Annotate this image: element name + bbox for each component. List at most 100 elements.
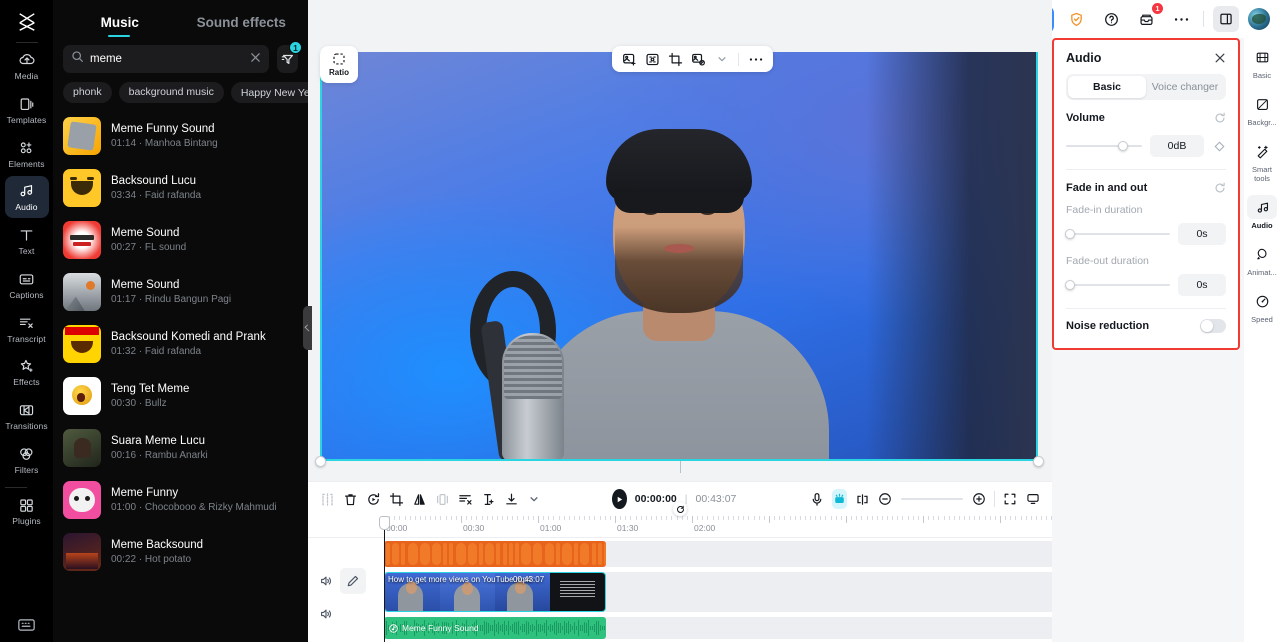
microphone-icon[interactable]: [810, 489, 825, 509]
volume-icon[interactable]: [316, 604, 336, 624]
panel-collapse-handle[interactable]: [303, 306, 312, 350]
audio-overlay-clip[interactable]: [384, 541, 606, 567]
tab-basic[interactable]: Basic: [1068, 76, 1146, 98]
capcut-logo-icon[interactable]: [10, 8, 44, 36]
reset-icon[interactable]: [1214, 182, 1226, 194]
list-item[interactable]: Backsound Komedi and Prank 01:32 · Faid r…: [53, 318, 308, 370]
more-horizontal-icon[interactable]: [1168, 6, 1194, 32]
zoom-out-icon[interactable]: [878, 489, 893, 509]
resize-handle-bottom-right[interactable]: [1033, 456, 1044, 467]
mirror-icon[interactable]: [412, 489, 427, 509]
volume-value[interactable]: 0dB: [1150, 135, 1204, 157]
chevron-down-icon[interactable]: [712, 50, 731, 69]
sidebar-item-transcript[interactable]: Transcript: [5, 308, 49, 350]
video-preview[interactable]: [320, 52, 1038, 461]
sidebar-item-filters[interactable]: Filters: [5, 439, 49, 481]
close-icon[interactable]: [1214, 52, 1226, 64]
sidebar-item-templates[interactable]: Templates: [5, 89, 49, 131]
tab-voice-changer[interactable]: Voice changer: [1146, 76, 1224, 98]
list-item[interactable]: Meme Sound 01:17 · Rindu Bangun Pagi: [53, 266, 308, 318]
keyboard-shortcuts-icon[interactable]: [0, 618, 53, 632]
rotate-handle-icon[interactable]: [673, 502, 687, 516]
crop-icon[interactable]: [666, 50, 685, 69]
fade-in-value[interactable]: 0s: [1178, 223, 1226, 245]
more-horizontal-icon[interactable]: [746, 50, 765, 69]
add-image-icon[interactable]: [620, 50, 639, 69]
reset-icon[interactable]: [1214, 112, 1226, 124]
track-row[interactable]: How to get more views on YouTube.mp4 00:…: [384, 572, 1052, 612]
remove-gaps-icon[interactable]: [458, 489, 473, 509]
clear-search-icon[interactable]: [250, 50, 261, 68]
auto-frame-icon[interactable]: [643, 50, 662, 69]
tag-chip[interactable]: Happy New Year 🔥: [230, 82, 308, 103]
sidebar-item-media[interactable]: Media: [5, 45, 49, 87]
freeze-icon[interactable]: [435, 489, 450, 509]
ai-sparkle-icon[interactable]: [832, 489, 848, 509]
crop-icon[interactable]: [389, 489, 404, 509]
search-box[interactable]: [63, 45, 269, 73]
split-clip-icon[interactable]: [855, 489, 870, 509]
playhead[interactable]: [379, 516, 390, 642]
zoom-in-icon[interactable]: [971, 489, 986, 509]
fade-in-slider[interactable]: [1065, 229, 1170, 239]
tag-chip[interactable]: background music: [118, 82, 224, 103]
list-item[interactable]: Teng Tet Meme 00:30 · Bullz: [53, 370, 308, 422]
track-row[interactable]: Meme Funny Sound: [384, 617, 1052, 639]
volume-icon[interactable]: [316, 571, 336, 591]
question-circle-icon[interactable]: [1098, 6, 1124, 32]
keyframe-diamond-icon[interactable]: [1212, 139, 1226, 153]
list-item[interactable]: Backsound Lucu 03:34 · Faid rafanda: [53, 162, 308, 214]
sidebar-item-effects[interactable]: Effects: [5, 351, 49, 393]
track-row[interactable]: [384, 541, 1052, 567]
tag-chip[interactable]: phonk: [63, 82, 112, 103]
right-rail-item-basic[interactable]: Basic: [1244, 38, 1280, 85]
noise-reduction-toggle[interactable]: [1200, 319, 1226, 333]
right-rail-item-backgr---[interactable]: Backgr...: [1244, 85, 1280, 132]
play-button[interactable]: [612, 489, 627, 509]
list-item[interactable]: Meme Funny Sound 01:14 · Manhoa Bintang: [53, 110, 308, 162]
volume-slider-knob[interactable]: [1117, 141, 1128, 151]
right-rail-item-speed[interactable]: Speed: [1244, 282, 1280, 329]
fade-out-value[interactable]: 0s: [1178, 274, 1226, 296]
panel-layout-icon[interactable]: [1213, 6, 1240, 32]
filter-button[interactable]: 1: [277, 41, 302, 73]
tab-music[interactable]: Music: [59, 15, 181, 37]
list-item[interactable]: Meme Funny 01:00 · Chocobooo & Rizky Mahm…: [53, 474, 308, 526]
sidebar-item-transitions[interactable]: Transitions: [5, 395, 49, 437]
shield-check-icon[interactable]: [1063, 6, 1089, 32]
list-item[interactable]: Meme Sound 00:27 · FL sound: [53, 214, 308, 266]
audio-clip[interactable]: Meme Funny Sound: [384, 617, 606, 639]
fade-in-slider-knob[interactable]: [1065, 229, 1075, 239]
chevron-down-icon[interactable]: [527, 489, 542, 509]
right-rail-item-smart-tools[interactable]: Smart tools: [1244, 132, 1280, 188]
list-item[interactable]: Suara Meme Lucu 00:16 · Rambu Anarki: [53, 422, 308, 474]
ratio-button[interactable]: Ratio: [320, 46, 358, 83]
split-icon[interactable]: [320, 489, 335, 509]
delete-icon[interactable]: [343, 489, 358, 509]
download-icon[interactable]: [504, 489, 519, 509]
resize-handle-bottom-left[interactable]: [315, 456, 326, 467]
video-clip[interactable]: How to get more views on YouTube.mp4 00:…: [384, 572, 606, 612]
fullscreen-icon[interactable]: [1003, 489, 1018, 509]
sidebar-item-plugins[interactable]: Plugins: [5, 490, 49, 532]
remove-bg-icon[interactable]: [689, 50, 708, 69]
avatar[interactable]: [1248, 8, 1271, 30]
timeline[interactable]: 00:00 00:30 01:00 01:30 02:00 How to get…: [308, 516, 1053, 642]
right-rail-item-audio[interactable]: Audio: [1244, 188, 1280, 235]
playhead-handle[interactable]: [379, 516, 390, 530]
fade-out-slider[interactable]: [1065, 280, 1170, 290]
list-item[interactable]: Meme Backsound 00:22 · Hot potato: [53, 526, 308, 578]
reverse-icon[interactable]: [366, 489, 381, 509]
volume-slider[interactable]: [1066, 141, 1142, 151]
search-input[interactable]: [90, 53, 244, 65]
timeline-ruler[interactable]: 00:00 00:30 01:00 01:30 02:00: [308, 516, 1053, 538]
sidebar-item-elements[interactable]: Elements: [5, 133, 49, 175]
preview-screen-icon[interactable]: [1025, 489, 1040, 509]
notifications-button[interactable]: 1: [1133, 3, 1164, 32]
right-rail-item-animat---[interactable]: Animat...: [1244, 235, 1280, 282]
edit-pen-icon[interactable]: [340, 567, 366, 594]
sidebar-item-captions[interactable]: Captions: [5, 264, 49, 306]
sidebar-item-audio[interactable]: Audio: [4, 176, 49, 219]
sidebar-item-text[interactable]: Text: [5, 220, 49, 262]
insert-icon[interactable]: [481, 489, 496, 509]
